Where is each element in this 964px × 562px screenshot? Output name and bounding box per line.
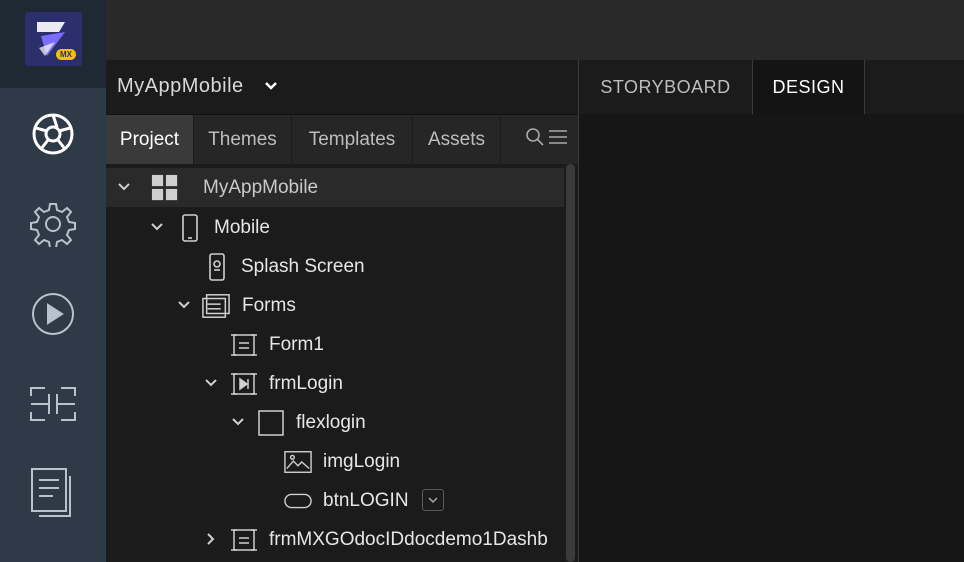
tree-row-frmlogin[interactable]: frmLogin [106, 364, 564, 403]
tab-project[interactable]: Project [106, 115, 194, 165]
chevron-down-icon[interactable] [264, 79, 278, 97]
search-filter[interactable] [525, 127, 568, 152]
gear-icon[interactable] [27, 200, 79, 248]
tree-label-forms: Forms [242, 295, 296, 316]
tab-storyboard[interactable]: STORYBOARD [579, 60, 753, 114]
tab-templates[interactable]: Templates [292, 115, 413, 165]
tree-row-frmdash[interactable]: frmMXGOdocIDdocdemo1Dashb [106, 520, 564, 559]
document-icon[interactable] [27, 468, 79, 517]
tree-label-frmdash: frmMXGOdocIDdocdemo1Dashb [269, 529, 548, 550]
logo-icon[interactable]: MX [25, 12, 82, 66]
forms-icon [202, 293, 230, 319]
app-rail: MX [0, 0, 106, 562]
tree-label-frmlogin: frmLogin [269, 373, 343, 394]
tree-row-root[interactable]: MyAppMobile [106, 168, 564, 207]
tab-assets[interactable]: Assets [413, 115, 501, 165]
app-selector-bar: MyAppMobile [106, 60, 578, 114]
chevron-down-icon[interactable] [176, 297, 192, 313]
tree-label-splash: Splash Screen [241, 256, 365, 277]
chevron-down-icon[interactable] [203, 375, 219, 391]
app-grid-icon [151, 174, 179, 201]
form-icon [230, 527, 258, 553]
tree-row-splash[interactable]: Splash Screen [106, 247, 564, 286]
aperture-icon[interactable] [27, 110, 79, 158]
tab-design[interactable]: DESIGN [753, 60, 865, 114]
button-widget-icon [284, 488, 312, 514]
tree-row-imglogin[interactable]: imgLogin [106, 442, 564, 481]
tree-row-forms[interactable]: Forms [106, 286, 564, 325]
tree-label-form1: Form1 [269, 334, 324, 355]
tree-label-mobile: Mobile [214, 217, 270, 238]
image-icon [284, 449, 312, 475]
tab-themes[interactable]: Themes [194, 115, 292, 165]
tree-label-flexlogin: flexlogin [296, 412, 366, 433]
container-icon [257, 410, 285, 436]
rail-header: MX [0, 0, 106, 88]
form-icon [230, 332, 258, 358]
chevron-down-icon[interactable] [116, 179, 132, 195]
chevron-right-icon[interactable] [203, 531, 219, 547]
chevron-down-icon[interactable] [230, 414, 246, 430]
tree-row-form1[interactable]: Form1 [106, 325, 564, 364]
project-tree: MyAppMobile Mobile Splash Screen Forms F… [106, 164, 578, 562]
tree-scrollbar[interactable] [564, 164, 578, 562]
chevron-down-icon[interactable] [149, 219, 165, 235]
app-name[interactable]: MyAppMobile [117, 75, 244, 98]
design-canvas[interactable] [578, 114, 964, 562]
tree-label-btnlogin: btnLOGIN [323, 490, 409, 511]
menu-icon[interactable] [548, 128, 568, 151]
tree-row-mobile[interactable]: Mobile [106, 208, 564, 247]
splash-screen-icon [203, 253, 231, 281]
tree-label-root: MyAppMobile [203, 177, 319, 198]
tree-row-flexlogin[interactable]: flexlogin [106, 403, 564, 442]
tree-row-btnlogin[interactable]: btnLOGIN [106, 481, 564, 520]
search-icon[interactable] [525, 127, 545, 152]
bracket-icon[interactable] [27, 380, 79, 428]
play-icon[interactable] [27, 290, 79, 338]
project-tabs: Project Themes Templates Assets [106, 114, 578, 165]
form-icon [230, 371, 258, 397]
logo-badge: MX [56, 49, 76, 60]
scrollbar-thumb[interactable] [566, 164, 575, 562]
row-options-dropdown[interactable] [422, 489, 444, 511]
view-tabs: STORYBOARD DESIGN [578, 60, 964, 114]
tree-label-imglogin: imgLogin [323, 451, 401, 472]
phone-icon [176, 214, 204, 242]
top-bar [106, 0, 964, 60]
